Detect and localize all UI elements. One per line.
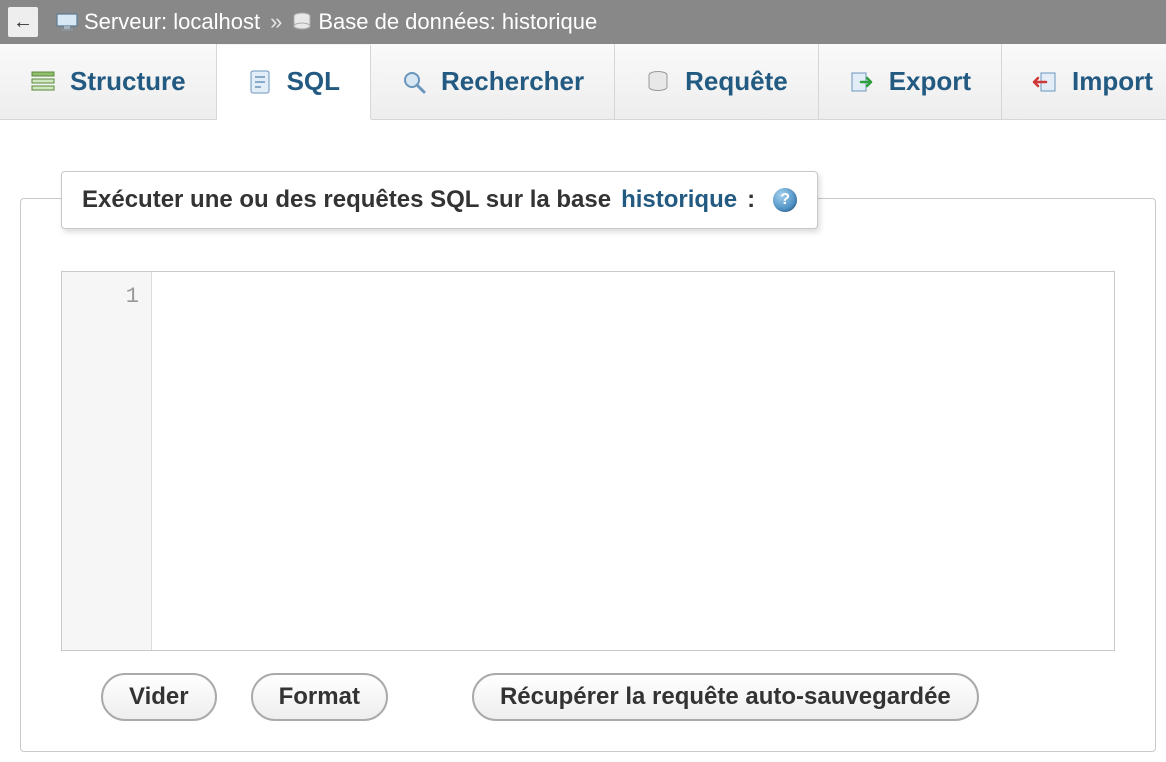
tab-sql[interactable]: SQL [217, 45, 371, 120]
sql-icon [247, 69, 273, 95]
tab-structure-label: Structure [70, 66, 186, 97]
import-icon [1032, 69, 1058, 95]
sql-textarea[interactable] [152, 272, 1114, 650]
sql-fieldset: Exécuter une ou des requêtes SQL sur la … [20, 198, 1156, 752]
database-icon [292, 12, 312, 32]
tab-query[interactable]: Requête [615, 44, 819, 119]
help-icon[interactable]: ? [773, 188, 797, 212]
editor-button-row: Vider Format Récupérer la requête auto-s… [61, 673, 1115, 721]
tab-structure[interactable]: Structure [0, 44, 217, 119]
tab-import[interactable]: Import [1002, 44, 1166, 119]
breadcrumb-bar: ← Serveur: localhost » Base de données: … [0, 0, 1166, 44]
tab-bar: Structure SQL Rechercher R [0, 44, 1166, 120]
breadcrumb-database[interactable]: Base de données: historique [292, 9, 597, 35]
tab-sql-label: SQL [287, 66, 340, 97]
editor-gutter: 1 [62, 272, 152, 650]
back-button[interactable]: ← [8, 7, 38, 37]
tab-export-label: Export [889, 66, 971, 97]
breadcrumb-database-label: Base de données: historique [318, 9, 597, 35]
recover-button[interactable]: Récupérer la requête auto-sauvegardée [472, 673, 979, 721]
search-icon [401, 69, 427, 95]
clear-button[interactable]: Vider [101, 673, 217, 721]
legend-prefix: Exécuter une ou des requêtes SQL sur la … [82, 186, 611, 214]
sql-editor: 1 [61, 271, 1115, 651]
tab-query-label: Requête [685, 66, 788, 97]
structure-icon [30, 69, 56, 95]
content-area: Exécuter une ou des requêtes SQL sur la … [0, 120, 1166, 762]
tab-search-label: Rechercher [441, 66, 584, 97]
server-icon [56, 13, 78, 31]
tab-search[interactable]: Rechercher [371, 44, 615, 119]
line-number: 1 [62, 284, 139, 309]
legend-suffix: : [747, 186, 755, 214]
legend-db-link[interactable]: historique [621, 186, 737, 214]
tab-export[interactable]: Export [819, 44, 1002, 119]
breadcrumb-server[interactable]: Serveur: localhost [56, 9, 260, 35]
format-button[interactable]: Format [251, 673, 388, 721]
sql-legend: Exécuter une ou des requêtes SQL sur la … [61, 171, 818, 229]
export-icon [849, 69, 875, 95]
breadcrumb-server-label: Serveur: localhost [84, 9, 260, 35]
query-icon [645, 69, 671, 95]
tab-import-label: Import [1072, 66, 1153, 97]
breadcrumb-separator: » [270, 9, 282, 35]
